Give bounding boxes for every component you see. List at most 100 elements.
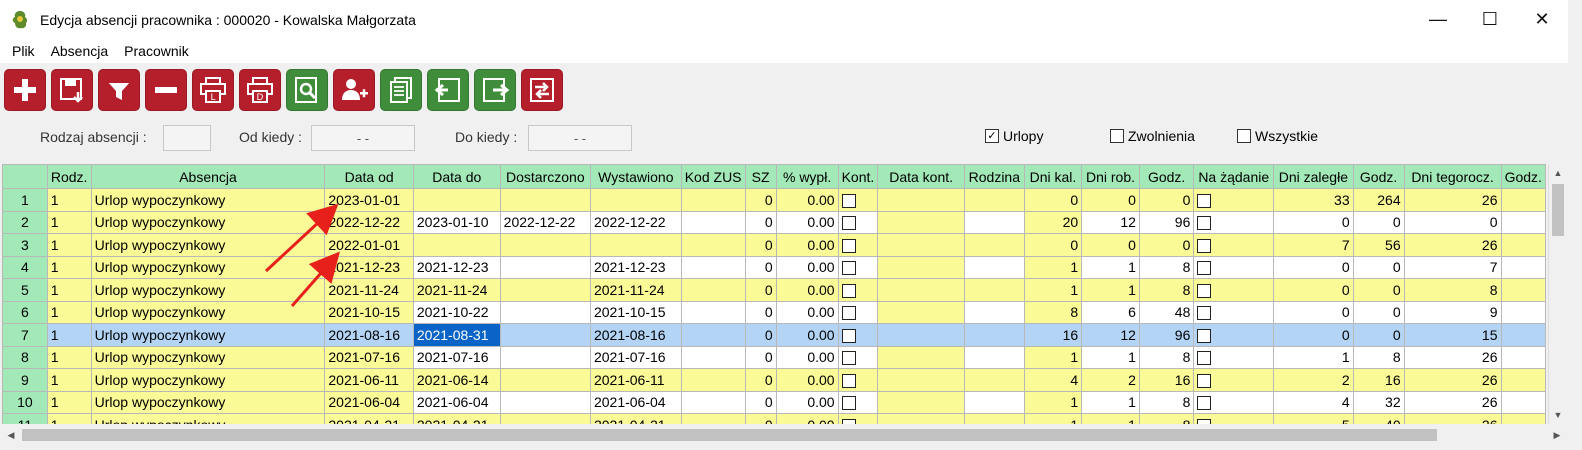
cell-rownum[interactable]: 11 [2,413,48,424]
preview-button[interactable] [286,69,328,111]
cell-dni-zalegle[interactable]: 2 [1273,368,1354,392]
cell-godz[interactable]: 8 [1138,255,1195,279]
cell-rodz[interactable]: 1 [46,188,92,212]
cell-procent-wyplaty[interactable]: 0.00 [775,300,839,324]
cell-data-do[interactable]: 2021-04-21 [412,413,501,424]
cell-wystawiono[interactable]: 2021-06-11 [589,368,682,392]
vertical-scrollbar[interactable]: ▲ ▼ [1548,164,1566,424]
column-header-dni-zalegle[interactable]: Dni zaległe [1273,164,1354,189]
cell-dni-zalegle[interactable]: 4 [1273,390,1354,414]
cell-dostarczono[interactable] [499,345,591,369]
cell-dni-kal[interactable]: 16 [1023,323,1083,347]
column-header-dni-kal[interactable]: Dni kal. [1023,164,1083,189]
row-checkbox[interactable] [841,328,856,343]
cell-absencja[interactable]: Urlop wypoczynkowy [90,323,326,347]
maximize-button[interactable]: ☐ [1464,0,1516,39]
row-checkbox[interactable] [841,216,856,231]
cell-dostarczono[interactable] [499,300,591,324]
cell-dni-kal[interactable]: 1 [1023,345,1083,369]
cell-data-kont[interactable] [877,210,965,234]
menu-absencja[interactable]: Absencja [43,43,117,59]
cell-dni-rob[interactable]: 1 [1081,255,1140,279]
cell-kont[interactable] [837,188,879,212]
cell-kont[interactable] [837,390,879,414]
cell-na-zadanie[interactable] [1193,255,1275,279]
cell-rodzina[interactable] [963,255,1025,279]
cell-dni-tegorocz[interactable]: 26 [1403,188,1502,212]
cell-dostarczono[interactable] [499,323,591,347]
column-header-sz[interactable]: SZ [744,164,777,189]
cell-rodzina[interactable] [963,345,1025,369]
cell-kod-zus[interactable] [680,368,746,392]
cell-godz[interactable]: 0 [1138,188,1195,212]
cell-data-kont[interactable] [877,255,965,279]
cell-dni-kal[interactable]: 4 [1023,368,1083,392]
row-checkbox[interactable] [1197,306,1212,321]
column-header-kod-zus[interactable]: Kod ZUS [680,164,746,189]
cell-kont[interactable] [837,278,879,302]
cell-godz[interactable]: 96 [1138,210,1195,234]
cell-na-zadanie[interactable] [1193,368,1275,392]
cell-na-zadanie[interactable] [1193,413,1275,424]
cell-rownum[interactable]: 3 [2,233,48,257]
cell-dni-kal[interactable]: 1 [1023,413,1083,424]
cell-data-do[interactable] [412,188,501,212]
cell-kont[interactable] [837,413,879,424]
cell-rodzina[interactable] [963,368,1025,392]
column-header-procent-wyplaty[interactable]: % wypł. [775,164,839,189]
cell-godz-tegorocz[interactable] [1500,390,1546,414]
column-header-kont[interactable]: Kont. [837,164,879,189]
cell-kod-zus[interactable] [680,323,746,347]
row-checkbox[interactable] [841,306,856,321]
cell-sz[interactable]: 0 [744,323,777,347]
cell-absencja[interactable]: Urlop wypoczynkowy [90,210,326,234]
cell-dostarczono[interactable] [499,390,591,414]
column-header-rodz[interactable]: Rodz. [46,164,92,189]
table-row[interactable]: 6 1 Urlop wypoczynkowy 2021-10-15 2021-10-22… [2,300,1546,324]
cell-godz[interactable]: 0 [1138,233,1195,257]
cell-dostarczono[interactable] [499,255,591,279]
column-header-absencja[interactable]: Absencja [90,164,326,189]
cell-data-do[interactable]: 2021-08-31 [412,323,501,347]
cell-rodz[interactable]: 1 [46,255,92,279]
cell-wystawiono[interactable]: 2021-06-04 [589,390,682,414]
cell-data-od[interactable]: 2023-01-01 [324,188,414,212]
column-header-data-do[interactable]: Data do [412,164,501,189]
cell-godz-zalegle[interactable]: 0 [1352,255,1405,279]
cell-kont[interactable] [837,233,879,257]
row-checkbox[interactable] [1197,328,1212,343]
cell-dni-tegorocz[interactable]: 7 [1403,255,1502,279]
copy-button[interactable] [380,69,422,111]
cell-dni-tegorocz[interactable]: 26 [1403,233,1502,257]
cell-rownum[interactable]: 2 [2,210,48,234]
cell-godz-tegorocz[interactable] [1500,368,1546,392]
cell-data-kont[interactable] [877,368,965,392]
cell-rodz[interactable]: 1 [46,390,92,414]
column-header-godz[interactable]: Godz. [1138,164,1195,189]
cell-dni-tegorocz[interactable]: 0 [1403,210,1502,234]
cell-godz-zalegle[interactable]: 8 [1352,345,1405,369]
cell-rodzina[interactable] [963,210,1025,234]
column-header-na-zadanie[interactable]: Na żądanie [1193,164,1275,189]
cell-rownum[interactable]: 6 [2,300,48,324]
cell-rodz[interactable]: 1 [46,300,92,324]
row-checkbox[interactable] [841,238,856,253]
cell-dni-tegorocz[interactable]: 26 [1403,413,1502,424]
scroll-up-icon[interactable]: ▲ [1549,164,1567,182]
cell-data-od[interactable]: 2022-12-22 [324,210,414,234]
cell-kont[interactable] [837,255,879,279]
cell-procent-wyplaty[interactable]: 0.00 [775,278,839,302]
cell-data-kont[interactable] [877,233,965,257]
cell-rownum[interactable]: 10 [2,390,48,414]
row-checkbox[interactable] [841,396,856,411]
cell-absencja[interactable]: Urlop wypoczynkowy [90,300,326,324]
print-l-button[interactable]: L [192,69,234,111]
cell-dni-rob[interactable]: 0 [1081,233,1140,257]
row-checkbox[interactable] [841,373,856,388]
cell-data-od[interactable]: 2021-11-24 [324,278,414,302]
cell-sz[interactable]: 0 [744,390,777,414]
cell-na-zadanie[interactable] [1193,323,1275,347]
cell-dostarczono[interactable] [499,368,591,392]
row-checkbox[interactable] [1197,238,1212,253]
cell-kod-zus[interactable] [680,345,746,369]
